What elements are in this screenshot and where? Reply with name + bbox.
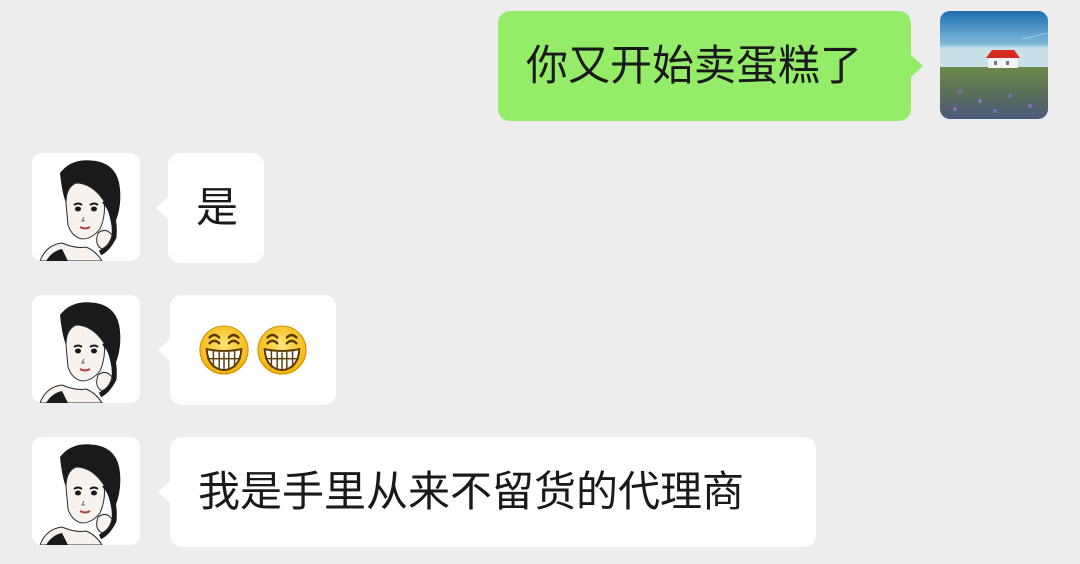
incoming-message-bubble[interactable]: 我是手里从来不留货的代理商 [158,437,816,547]
contact-avatar[interactable] [32,295,140,403]
girl-avatar-image [32,437,140,545]
girl-avatar-image [32,295,140,403]
contact-avatar[interactable] [32,437,140,545]
girl-avatar-image [32,153,140,261]
outgoing-message-bubble[interactable]: 你又开始卖蛋糕了 [498,11,923,121]
message-text: 我是手里从来不留货的代理商 [198,467,745,516]
chat-window: 你又开始卖蛋糕了 是 我是手里从来不留货的代理商 [0,0,1080,564]
emoji-row [198,295,308,405]
bubble-tail [158,338,171,362]
grin-emoji [257,325,307,375]
message-text: 是 [196,183,239,232]
my-avatar[interactable] [940,11,1048,119]
message-text: 你又开始卖蛋糕了 [526,41,863,90]
bubble-tail [156,196,169,220]
bubble-tail [910,54,923,78]
bubble-tail [158,480,171,504]
grin-emoji [199,325,249,375]
landscape-avatar-image [940,11,1048,119]
incoming-emoji-bubble[interactable] [158,295,336,405]
contact-avatar[interactable] [32,153,140,261]
incoming-message-bubble[interactable]: 是 [156,153,264,263]
